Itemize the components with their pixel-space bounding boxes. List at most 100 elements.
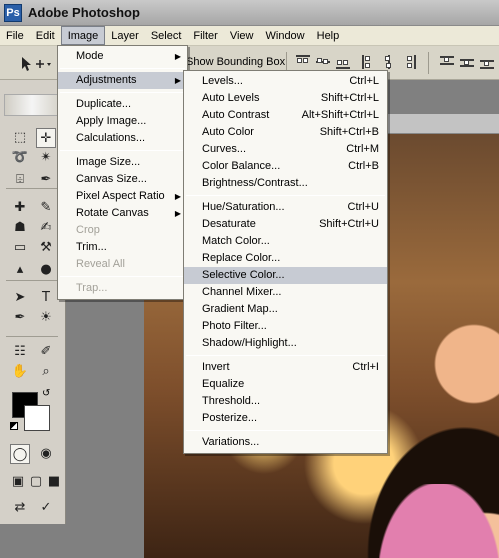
- menu-item-label: Apply Image...: [76, 115, 147, 127]
- align-horizontal-centers-icon[interactable]: [382, 55, 396, 69]
- dodge-tool-icon[interactable]: ●: [36, 260, 56, 280]
- zoom-tool-icon[interactable]: ⌕: [36, 362, 56, 382]
- image-menu-item-apply-image[interactable]: Apply Image...: [58, 113, 187, 130]
- distribute-vertical-centers-icon[interactable]: [460, 55, 474, 69]
- adjustments-item-replace-color[interactable]: Replace Color...: [184, 250, 387, 267]
- adjustments-item-color-balance[interactable]: Color Balance... Ctrl+B: [184, 158, 387, 175]
- adjustments-item-auto-contrast[interactable]: Auto Contrast Alt+Shift+Ctrl+L: [184, 107, 387, 124]
- adjustments-item-auto-color[interactable]: Auto Color Shift+Ctrl+B: [184, 124, 387, 141]
- path-selection-tool-icon[interactable]: ➤: [10, 288, 30, 308]
- align-left-edges-icon[interactable]: [362, 55, 376, 69]
- adjustments-item-equalize[interactable]: Equalize: [184, 376, 387, 393]
- custom-shape-tool-icon[interactable]: ☀: [36, 308, 56, 328]
- background-color-swatch[interactable]: [24, 405, 50, 431]
- adjustments-item-threshold[interactable]: Threshold...: [184, 393, 387, 410]
- image-menu-item-trim[interactable]: Trim...: [58, 239, 187, 256]
- marquee-tool-icon[interactable]: ⬚: [10, 128, 30, 148]
- image-menu-item-calculations[interactable]: Calculations...: [58, 130, 187, 147]
- adjustments-item-brightness-contrast[interactable]: Brightness/Contrast...: [184, 175, 387, 192]
- image-menu-item-rotate-canvas[interactable]: Rotate Canvas ▶: [58, 205, 187, 222]
- menu-bar: File Edit Image Layer Select Filter View Window…: [0, 26, 499, 46]
- menu-view[interactable]: View: [224, 26, 260, 45]
- adjustments-item-desaturate[interactable]: Desaturate Shift+Ctrl+U: [184, 216, 387, 233]
- align-top-edges-icon[interactable]: [296, 55, 310, 69]
- image-menu-item-canvas-size[interactable]: Canvas Size...: [58, 171, 187, 188]
- eyedropper-tool-icon[interactable]: ✐: [36, 342, 56, 362]
- swap-colors-icon[interactable]: ↺: [42, 388, 50, 399]
- window-title: Adobe Photoshop: [28, 5, 140, 20]
- menu-item-shortcut: Ctrl+L: [349, 75, 379, 87]
- image-menu-item-image-size[interactable]: Image Size...: [58, 154, 187, 171]
- adjustments-item-invert[interactable]: Invert Ctrl+I: [184, 359, 387, 376]
- adjustments-item-match-color[interactable]: Match Color...: [184, 233, 387, 250]
- menu-image[interactable]: Image: [60, 26, 106, 45]
- full-screen-mode-icon[interactable]: ■: [44, 472, 64, 492]
- adjustments-item-posterize[interactable]: Posterize...: [184, 410, 387, 427]
- menu-help[interactable]: Help: [311, 26, 346, 45]
- menu-file[interactable]: File: [0, 26, 30, 45]
- hand-tool-icon[interactable]: ✋: [10, 362, 30, 382]
- menu-item-label: Auto Contrast: [202, 109, 270, 121]
- image-menu-item-adjustments[interactable]: Adjustments ▶: [58, 72, 187, 89]
- history-brush-tool-icon[interactable]: ✍: [36, 218, 56, 238]
- image-menu-item-mode[interactable]: Mode ▶: [58, 48, 187, 65]
- photo-subject: [379, 484, 499, 558]
- distribute-bottom-edges-icon[interactable]: [480, 55, 494, 69]
- crop-tool-icon[interactable]: ⌹: [10, 170, 30, 190]
- menu-separator: [60, 276, 185, 277]
- notes-tool-icon[interactable]: ☷: [10, 342, 30, 362]
- magic-wand-tool-icon[interactable]: ✴: [36, 148, 56, 168]
- edit-in-imageready-icon[interactable]: ✓: [36, 498, 56, 518]
- adjustments-item-selective-color[interactable]: Selective Color...: [184, 267, 387, 284]
- lasso-tool-icon[interactable]: ➰: [10, 148, 30, 168]
- healing-brush-tool-icon[interactable]: ✚: [10, 198, 30, 218]
- adjustments-item-shadow-highlight[interactable]: Shadow/Highlight...: [184, 335, 387, 352]
- full-screen-menu-mode-icon[interactable]: ▢: [26, 472, 46, 492]
- align-vertical-centers-icon[interactable]: [316, 55, 330, 69]
- paint-bucket-tool-icon[interactable]: ⚒: [36, 238, 56, 258]
- image-menu-item-duplicate[interactable]: Duplicate...: [58, 96, 187, 113]
- brush-tool-icon[interactable]: ✎: [36, 198, 56, 218]
- adjustments-item-curves[interactable]: Curves... Ctrl+M: [184, 141, 387, 158]
- adjustments-item-auto-levels[interactable]: Auto Levels Shift+Ctrl+L: [184, 90, 387, 107]
- photoshop-app-icon[interactable]: Ps: [4, 4, 22, 22]
- menu-item-label: Trim...: [76, 241, 107, 253]
- menu-item-label: Desaturate: [202, 218, 256, 230]
- adjustments-item-hue-saturation[interactable]: Hue/Saturation... Ctrl+U: [184, 199, 387, 216]
- menu-window[interactable]: Window: [260, 26, 311, 45]
- standard-screen-mode-icon[interactable]: ▣: [8, 472, 28, 492]
- tool-preset-picker[interactable]: [14, 54, 54, 74]
- menu-item-label: Brightness/Contrast...: [202, 177, 308, 189]
- menu-item-shortcut: Ctrl+B: [348, 160, 379, 172]
- menu-item-label: Adjustments: [76, 74, 137, 86]
- slice-tool-icon[interactable]: ✒: [36, 170, 56, 190]
- pen-tool-icon[interactable]: ✒: [10, 308, 30, 328]
- menu-filter[interactable]: Filter: [187, 26, 223, 45]
- clone-stamp-tool-icon[interactable]: ☗: [10, 218, 30, 238]
- menu-item-label: Replace Color...: [202, 252, 281, 264]
- image-menu-item-pixel-aspect-ratio[interactable]: Pixel Aspect Ratio ▶: [58, 188, 187, 205]
- blur-tool-icon[interactable]: ▴: [10, 260, 30, 280]
- menu-item-label: Variations...: [202, 436, 260, 448]
- adjustments-item-variations[interactable]: Variations...: [184, 434, 387, 451]
- quick-mask-mode-icon[interactable]: ◉: [36, 444, 56, 464]
- standard-mode-icon[interactable]: ◯: [10, 444, 30, 464]
- adjustments-item-gradient-map[interactable]: Gradient Map...: [184, 301, 387, 318]
- menu-item-label: Auto Color: [202, 126, 254, 138]
- move-tool-icon[interactable]: ✛: [36, 128, 56, 148]
- distribute-top-edges-icon[interactable]: [440, 55, 454, 69]
- align-bottom-edges-icon[interactable]: [336, 55, 350, 69]
- adjustments-item-photo-filter[interactable]: Photo Filter...: [184, 318, 387, 335]
- type-tool-icon[interactable]: T: [36, 288, 56, 308]
- adjustments-item-levels[interactable]: Levels... Ctrl+L: [184, 73, 387, 90]
- align-right-edges-icon[interactable]: [402, 55, 416, 69]
- show-bounding-box-checkbox[interactable]: Show Bounding Box: [186, 56, 285, 68]
- menu-select[interactable]: Select: [145, 26, 188, 45]
- menu-edit[interactable]: Edit: [30, 26, 61, 45]
- menu-layer[interactable]: Layer: [105, 26, 145, 45]
- feather-logo[interactable]: [4, 94, 60, 116]
- jump-to-imageready-icon[interactable]: ⇄: [10, 498, 30, 518]
- default-colors-icon[interactable]: [10, 422, 18, 430]
- eraser-tool-icon[interactable]: ▭: [10, 238, 30, 258]
- adjustments-item-channel-mixer[interactable]: Channel Mixer...: [184, 284, 387, 301]
